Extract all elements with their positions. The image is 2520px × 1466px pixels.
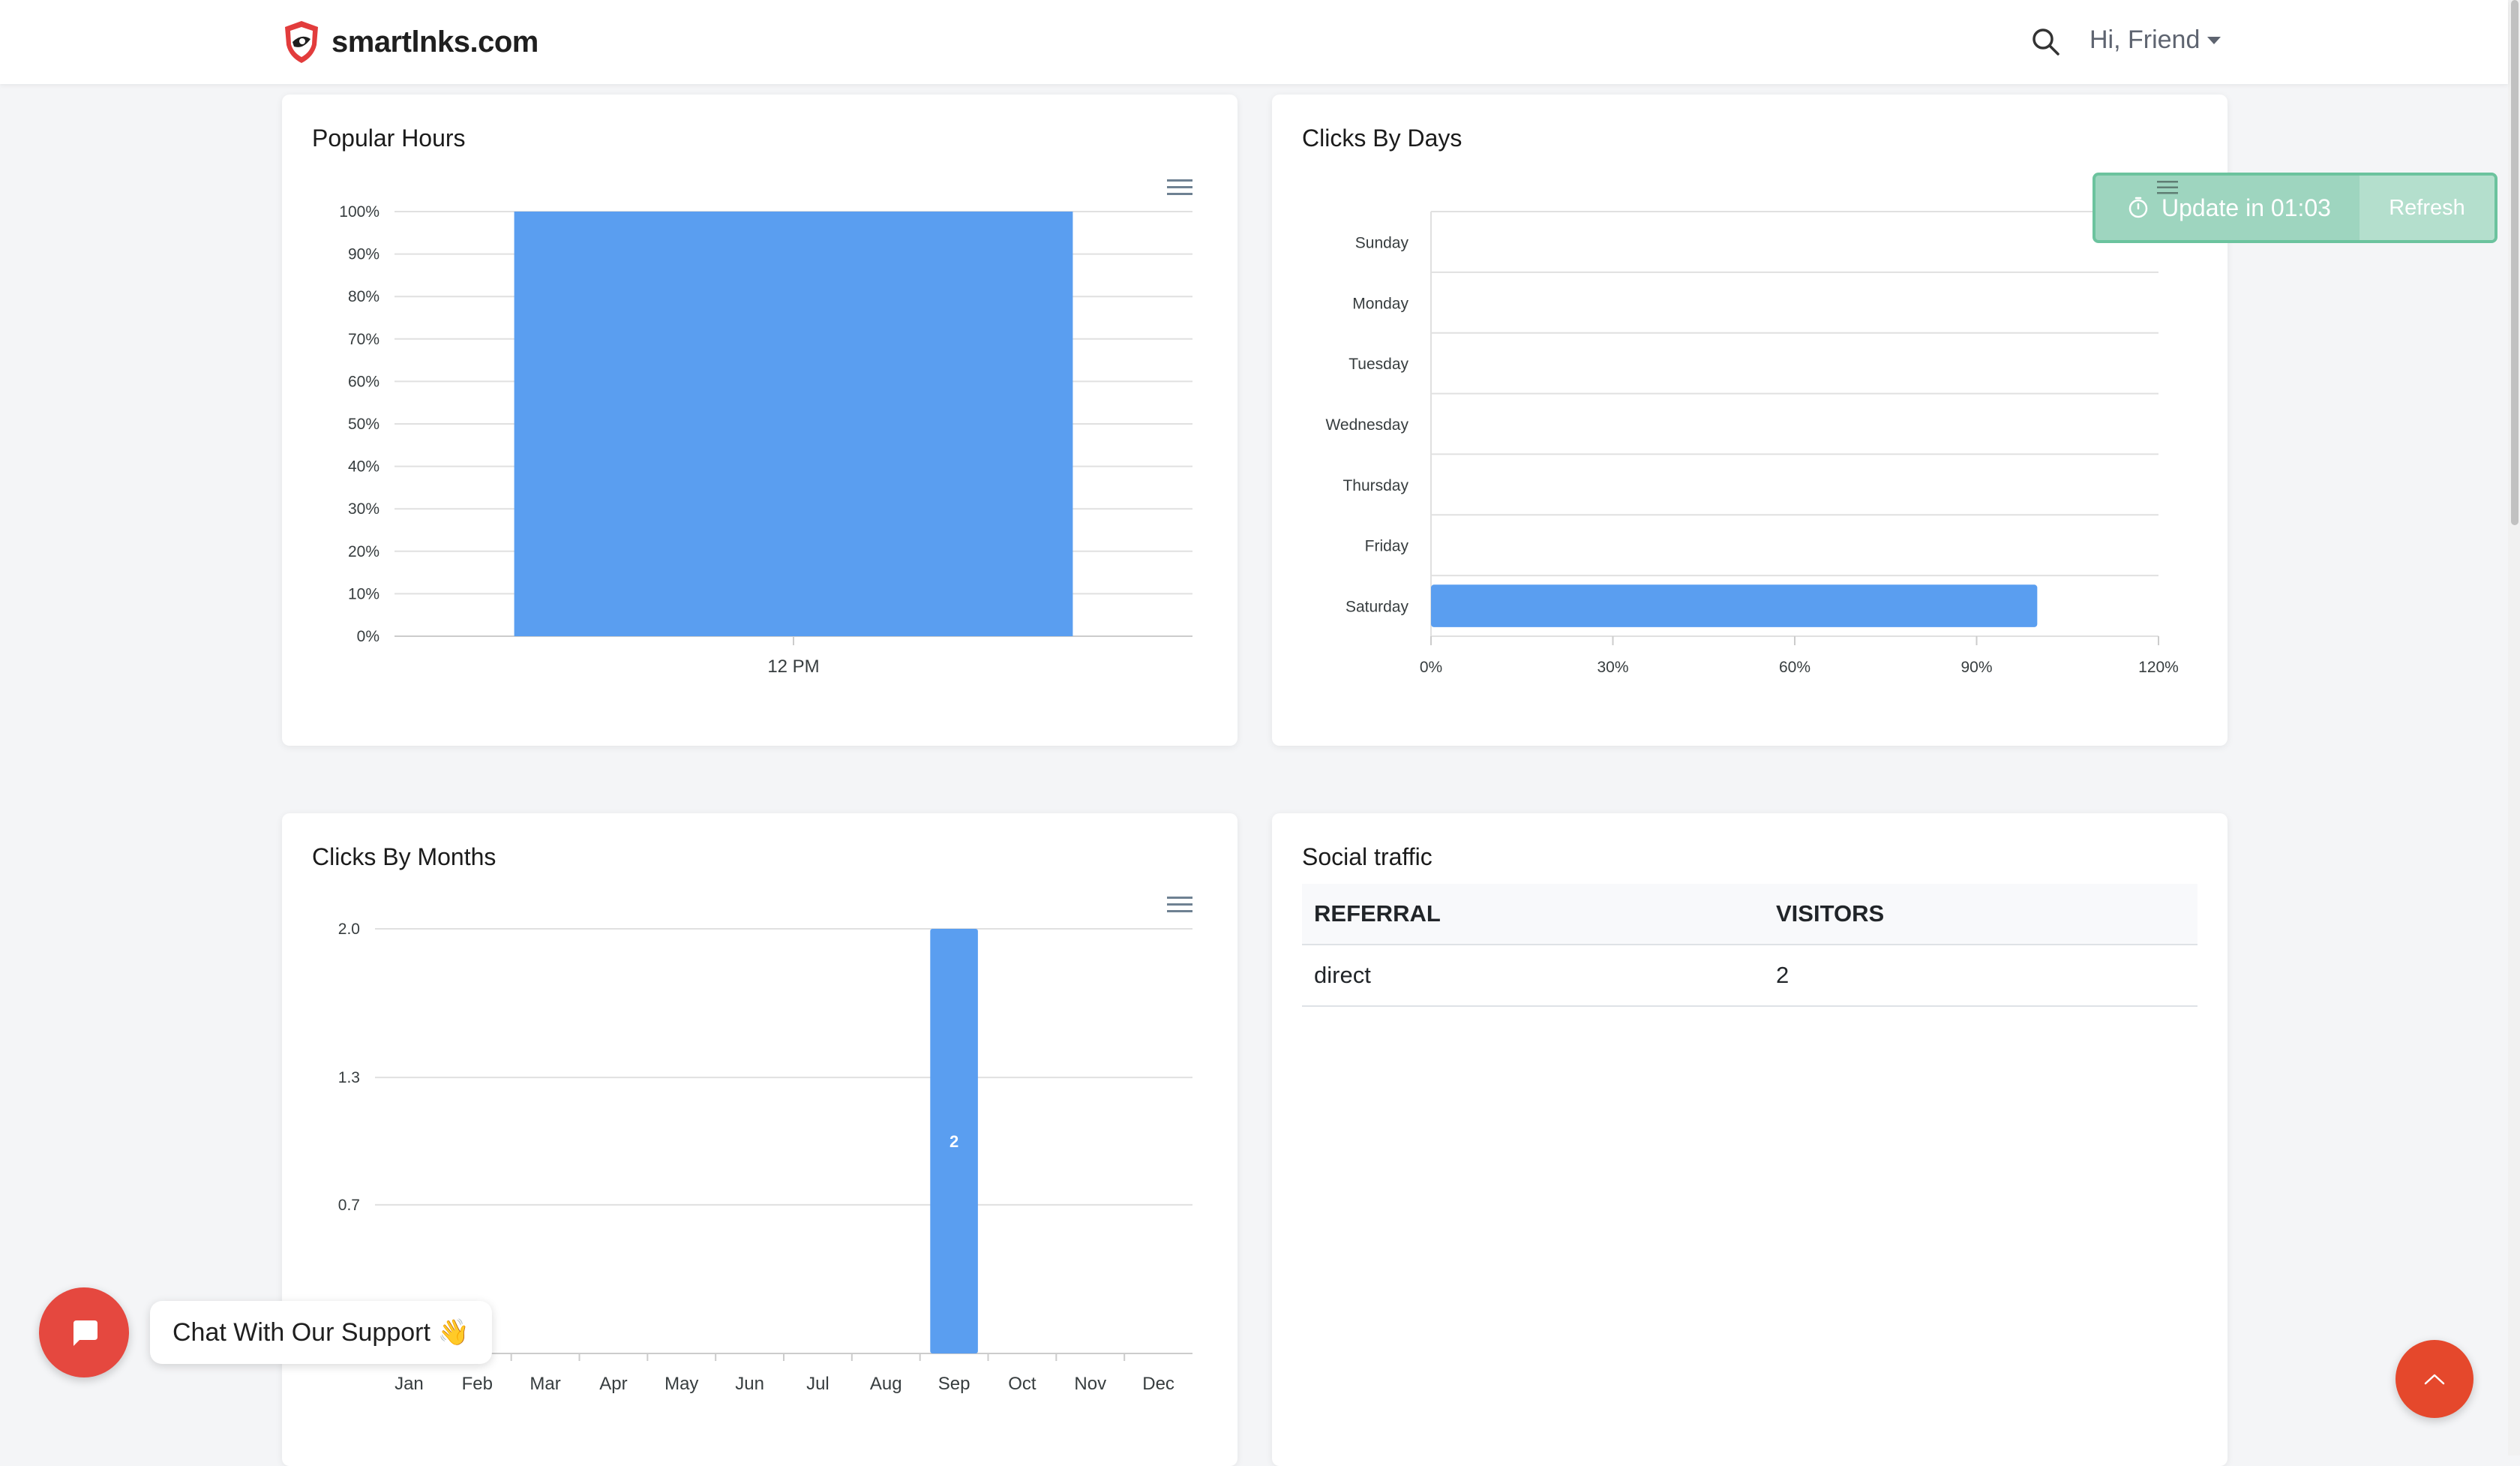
x-tick-label: Jan xyxy=(394,1374,424,1394)
toast-countdown-text: Update in 01:03 xyxy=(2162,194,2331,221)
clicks-by-months-chart: 0.7 1.3 2.0 Jan Feb Mar Apr May Jun Jul Aug 2 Sep Oct… xyxy=(338,921,1192,1394)
scroll-to-top-button[interactable] xyxy=(2396,1340,2474,1418)
x-tick-label: Sep xyxy=(938,1374,970,1394)
x-tick-label: 90% xyxy=(1960,659,1992,676)
update-toast: Update in 01:03 Refresh xyxy=(2092,173,2498,243)
column-header-visitors: VISITORS xyxy=(1764,884,2198,945)
popular-hours-chart: 0% 10% 20% 30% 40% 50% 60% 70% 80% 90% 100% 12 PM xyxy=(339,203,1192,677)
chat-support-label: Chat With Our Support xyxy=(172,1317,430,1347)
chat-launcher-button[interactable] xyxy=(39,1287,129,1377)
visitors-cell: 2 xyxy=(1764,945,2198,1007)
brand[interactable]: smartlnks.com xyxy=(282,20,538,65)
x-tick-label: Jun xyxy=(735,1374,764,1394)
y-tick-label: Friday xyxy=(1365,538,1409,555)
x-tick-label: 30% xyxy=(1597,659,1628,676)
toast-menu-icon xyxy=(2157,181,2178,194)
y-tick-label: Tuesday xyxy=(1348,356,1408,373)
y-tick-label: 90% xyxy=(348,246,380,263)
y-tick-label: 10% xyxy=(348,585,380,602)
y-tick-label: 20% xyxy=(348,543,380,560)
x-tick-label: Nov xyxy=(1074,1374,1106,1394)
x-tick-label: Aug xyxy=(870,1374,902,1394)
timer-icon xyxy=(2128,197,2148,218)
y-tick-label: 70% xyxy=(348,331,380,348)
search-icon[interactable] xyxy=(2030,26,2062,59)
x-tick-label: Apr xyxy=(599,1374,627,1394)
y-tick-label: 100% xyxy=(339,203,380,221)
y-tick-label: Monday xyxy=(1352,295,1408,312)
referral-cell: direct xyxy=(1302,945,1764,1007)
refresh-button[interactable]: Refresh xyxy=(2360,176,2494,240)
x-tick-label: 0% xyxy=(1420,659,1442,676)
y-tick-label: 80% xyxy=(348,288,380,305)
table-header-row: REFERRAL VISITORS xyxy=(1302,884,2198,945)
x-tick-label: Dec xyxy=(1142,1374,1174,1394)
y-tick-label: 1.3 xyxy=(338,1069,360,1086)
chat-support-bubble[interactable]: Chat With Our Support 👋 xyxy=(150,1301,493,1364)
chat-icon xyxy=(74,1320,98,1346)
x-tick-label: Jul xyxy=(806,1374,830,1394)
top-navbar: smartlnks.com Hi, Friend xyxy=(0,0,2508,84)
column-header-referral: REFERRAL xyxy=(1302,884,1764,945)
y-tick-label: 40% xyxy=(348,458,380,476)
y-tick-label: 2.0 xyxy=(338,921,360,938)
social-traffic-title: Social traffic xyxy=(1302,843,1432,870)
scrollbar-thumb[interactable] xyxy=(2511,0,2518,525)
y-tick-label: Wednesday xyxy=(1325,416,1408,434)
y-tick-label: Saturday xyxy=(1346,599,1409,616)
y-tick-label: Sunday xyxy=(1355,234,1409,251)
data-label: 2 xyxy=(950,1132,958,1151)
waving-hand-icon: 👋 xyxy=(437,1318,470,1347)
x-tick-label: 60% xyxy=(1779,659,1810,676)
x-tick-label: Oct xyxy=(1008,1374,1036,1394)
brand-logo-icon xyxy=(285,21,318,63)
y-tick-label: 60% xyxy=(348,373,380,390)
y-tick-label: Thursday xyxy=(1342,477,1408,494)
y-tick-label: 0% xyxy=(357,628,380,645)
clicks-by-months-card: Clicks By Months 0.7 1.3 2.0 Jan Feb Mar Apr Ma… xyxy=(282,813,1238,1466)
user-menu[interactable]: Hi, Friend xyxy=(2090,26,2222,55)
x-tick-label: 120% xyxy=(2138,659,2179,676)
social-traffic-card: Social traffic REFERRAL VISITORS direct … xyxy=(1272,813,2228,1466)
bar xyxy=(514,212,1073,636)
y-tick-label: 0.7 xyxy=(338,1197,360,1214)
brand-name: smartlnks.com xyxy=(332,25,538,59)
bar xyxy=(1431,584,2038,627)
x-tick-label: 12 PM xyxy=(767,656,819,677)
x-tick-label: May xyxy=(664,1374,698,1394)
x-tick-label: Mar xyxy=(530,1374,560,1394)
table-row: direct 2 xyxy=(1302,945,2198,1007)
social-traffic-table: REFERRAL VISITORS direct 2 xyxy=(1302,884,2198,1007)
clicks-by-days-chart: Sunday Monday Tuesday Wednesday Thursday Frid… xyxy=(1325,211,2179,676)
chevron-up-icon xyxy=(2424,1374,2445,1385)
popular-hours-card: Popular Hours 0% 10% 20% 30% 40% 50% 60% 70% 80%… xyxy=(282,95,1238,746)
x-tick-label: Feb xyxy=(462,1374,493,1394)
caret-down-icon xyxy=(2207,36,2222,44)
clicks-by-days-card: Clicks By Days Sunday Monday Tuesday Wednes… xyxy=(1272,95,2228,746)
y-tick-label: 30% xyxy=(348,500,380,518)
y-tick-label: 50% xyxy=(348,416,380,433)
user-greeting: Hi, Friend xyxy=(2090,26,2200,54)
